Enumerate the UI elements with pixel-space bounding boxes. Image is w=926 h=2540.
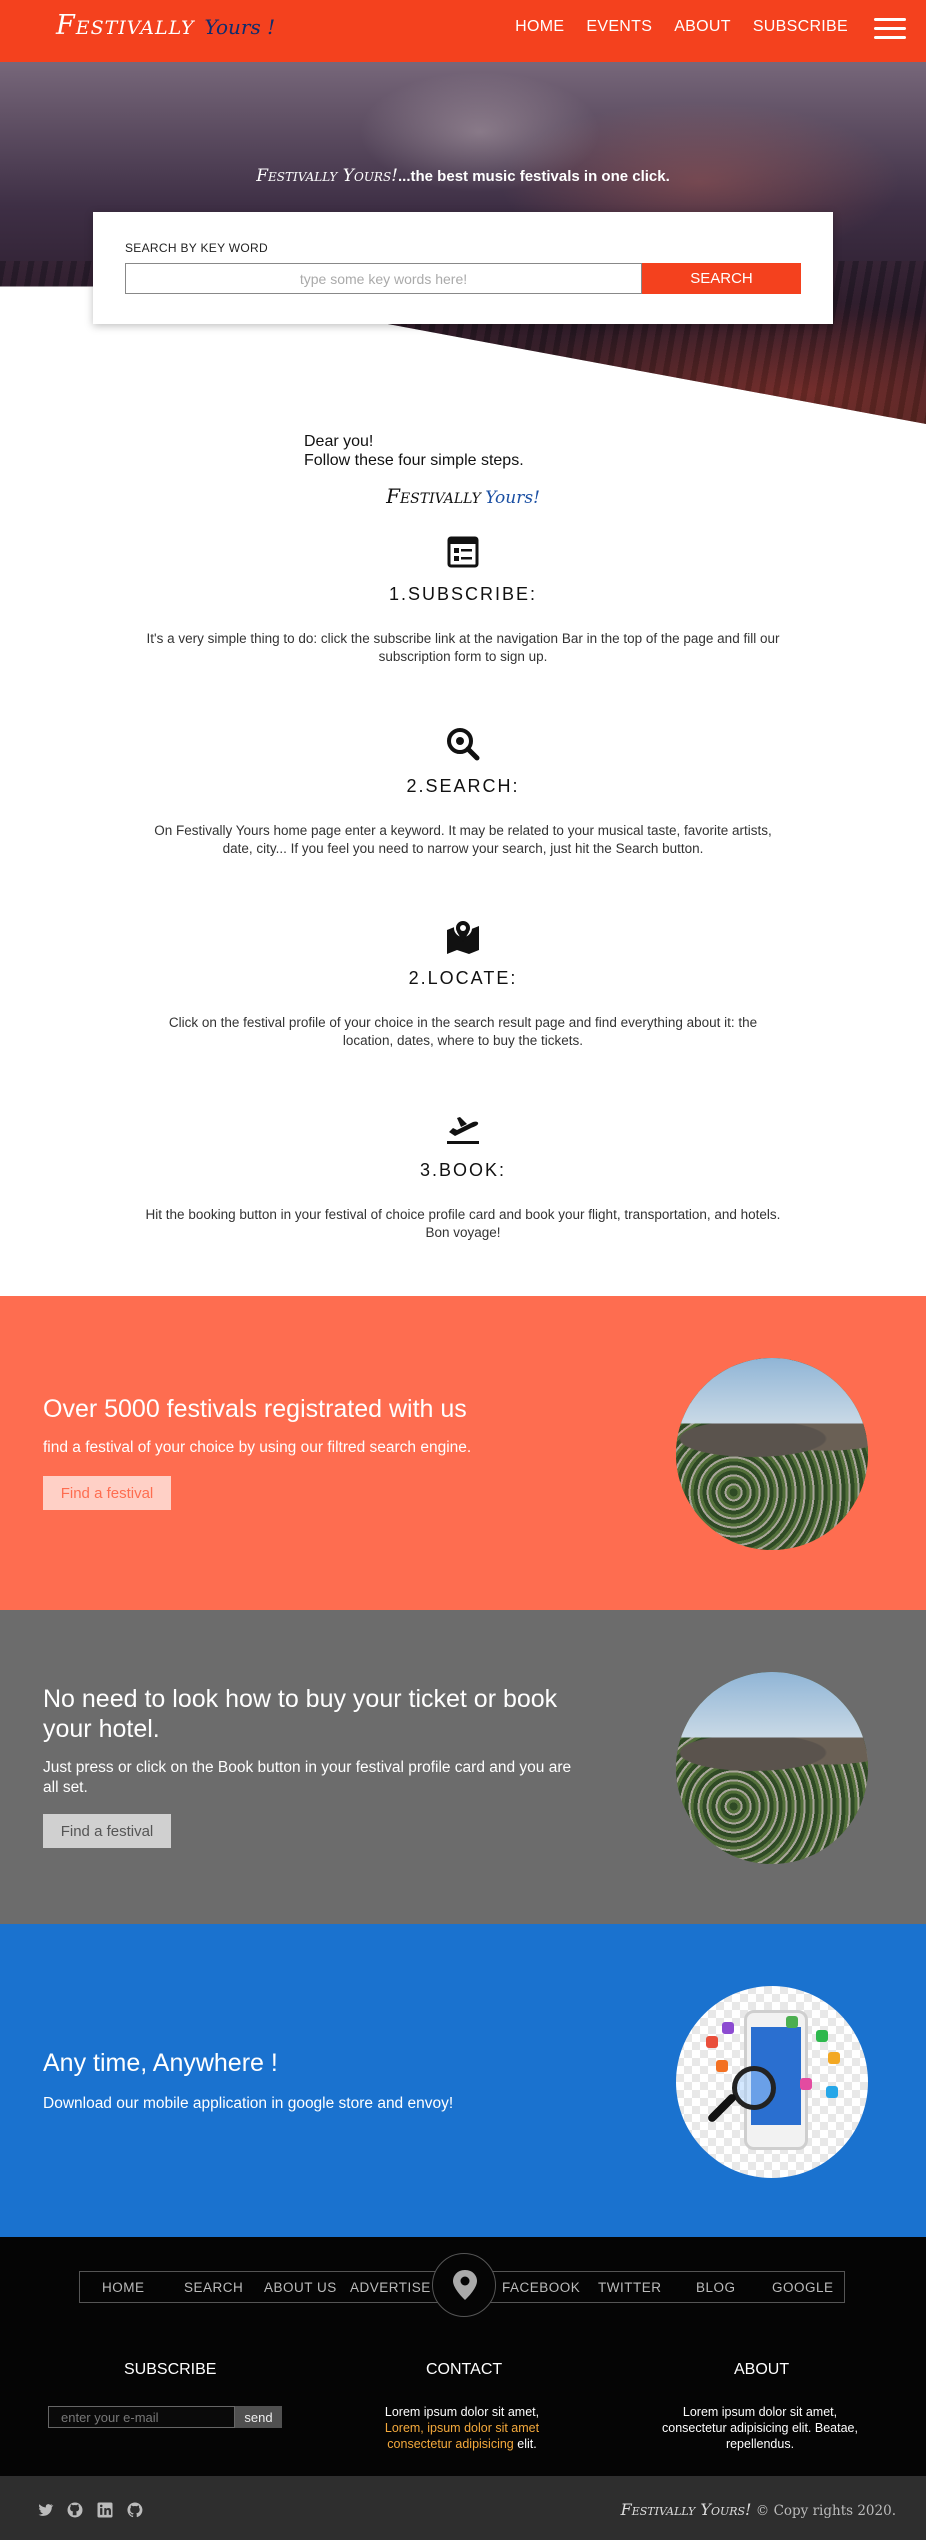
festivals-band-text: find a festival of your choice by using … xyxy=(43,1439,472,1456)
location-pin-icon xyxy=(432,2253,496,2317)
festival-aerial-photo xyxy=(676,1358,868,1550)
footer-blog-link[interactable]: BLOG xyxy=(696,2280,736,2295)
intro-brand-signature: Festivally Yours! xyxy=(0,484,926,508)
festival-aerial-photo xyxy=(676,1672,868,1864)
intro-greeting: Dear you! xyxy=(304,433,374,450)
footer-contact-title: CONTACT xyxy=(426,2361,503,2378)
send-button[interactable]: send xyxy=(235,2406,282,2428)
github-circle-icon[interactable] xyxy=(66,2501,84,2519)
contact-line-end: elit. xyxy=(517,2437,537,2451)
festivals-band-title: Over 5000 festivals registrated with us xyxy=(43,1395,467,1423)
footer-google-link[interactable]: GOOGLE xyxy=(772,2280,834,2295)
site-footer: HOME SEARCH ABOUT US ADVERTISE FACEBOOK … xyxy=(0,2237,926,2540)
step-text: It's a very simple thing to do: click th… xyxy=(146,631,780,664)
email-input[interactable] xyxy=(48,2406,235,2428)
brand-main: Festivally xyxy=(56,10,195,41)
mobile-band-text: Download our mobile application in googl… xyxy=(43,2095,454,2112)
footer-subscribe-title: SUBSCRIBE xyxy=(124,2361,217,2378)
nav-events-link[interactable]: EVENTS xyxy=(586,18,652,36)
footer-about-title: ABOUT xyxy=(734,2361,790,2378)
intro-brand-main: Festivally xyxy=(386,484,481,508)
footer-advertise-link[interactable]: ADVERTISE xyxy=(350,2280,431,2295)
tickets-band-title: No need to look how to buy your ticket o… xyxy=(43,1685,558,1743)
map-pin-icon xyxy=(447,919,479,954)
intro-instruction: Follow these four simple steps. xyxy=(304,452,524,469)
search-button[interactable]: SEARCH xyxy=(642,263,801,294)
brand-sub: Yours ! xyxy=(204,15,276,39)
nav-links: HOME EVENTS ABOUT SUBSCRIBE xyxy=(515,18,848,36)
mobile-band-title: Any time, Anywhere ! xyxy=(43,2049,278,2077)
hero-tagline-text: ...the best music festivals in one click… xyxy=(398,168,670,185)
intro-brand-sub: Yours! xyxy=(485,488,540,508)
step-search: 2.SEARCH: On Festivally Yours home page … xyxy=(0,726,926,858)
linkedin-icon[interactable] xyxy=(96,2501,114,2519)
step-book: 3.BOOK: Hit the booking button in your f… xyxy=(0,1110,926,1242)
search-card: SEARCH BY KEY WORD SEARCH xyxy=(93,212,833,324)
copyright-text: © Copy rights 2020. xyxy=(755,2503,896,2519)
search-label: SEARCH BY KEY WORD xyxy=(125,241,268,255)
nav-subscribe-link[interactable]: SUBSCRIBE xyxy=(753,18,848,36)
step-text: Hit the booking button in your festival … xyxy=(145,1207,781,1240)
nav-about-link[interactable]: ABOUT xyxy=(674,18,731,36)
mobile-app-illustration xyxy=(676,1986,868,2178)
newspaper-icon xyxy=(447,536,479,568)
footer-facebook-link[interactable]: FACEBOOK xyxy=(502,2280,580,2295)
footer-contact-text: Lorem ipsum dolor sit amet, Lorem, ipsum… xyxy=(362,2404,562,2452)
contact-line-highlight: consectetur adipisicing xyxy=(387,2437,514,2451)
step-title: 3.BOOK: xyxy=(419,1160,507,1180)
page: Festivally Yours ! HOME EVENTS ABOUT SUB… xyxy=(0,0,926,2540)
step-title: 1.SUBSCRIBE: xyxy=(388,584,538,604)
step-title: 2.LOCATE: xyxy=(408,968,518,988)
hero-tagline: Festivally Yours!...the best music festi… xyxy=(0,166,926,186)
hero-tagline-brand: Festivally Yours! xyxy=(256,166,399,186)
search-magnifier-icon xyxy=(447,728,480,761)
step-title: 2.SEARCH: xyxy=(406,776,520,796)
footer-about-link[interactable]: ABOUT US xyxy=(264,2280,337,2295)
contact-line-highlight: Lorem, ipsum dolor sit amet xyxy=(384,2421,540,2435)
footer-about-text: Lorem ipsum dolor sit amet, consectetur … xyxy=(662,2405,858,2451)
footer-twitter-link[interactable]: TWITTER xyxy=(598,2280,662,2295)
tickets-band: No need to look how to buy your ticket o… xyxy=(0,1610,926,1924)
find-festival-button[interactable]: Find a festival xyxy=(43,1814,171,1848)
contact-line: Lorem ipsum dolor sit amet, xyxy=(384,2405,540,2419)
github-icon[interactable] xyxy=(126,2501,144,2519)
tickets-band-text: Just press or click on the Book button i… xyxy=(43,1759,572,1796)
step-locate: 2.LOCATE: Click on the festival profile … xyxy=(0,918,926,1050)
festivals-band: Over 5000 festivals registrated with us … xyxy=(0,1296,926,1610)
find-festival-button[interactable]: Find a festival xyxy=(43,1476,171,1510)
step-text: Click on the festival profile of your ch… xyxy=(168,1015,758,1048)
brand-logo[interactable]: Festivally Yours ! xyxy=(56,10,275,50)
footer-search-link[interactable]: SEARCH xyxy=(184,2280,243,2295)
footer-home-link[interactable]: HOME xyxy=(102,2280,145,2295)
nav-home-link[interactable]: HOME xyxy=(515,18,564,36)
hamburger-menu-icon[interactable] xyxy=(874,18,906,40)
steps-intro: Dear you! Follow these four simple steps… xyxy=(304,432,524,470)
airplane-takeoff-icon xyxy=(447,1117,479,1144)
twitter-icon[interactable] xyxy=(36,2501,54,2519)
copyright: Festivally Yours! © Copy rights 2020. xyxy=(621,2500,896,2519)
top-navbar: Festivally Yours ! HOME EVENTS ABOUT SUB… xyxy=(0,0,926,62)
step-subscribe: 1.SUBSCRIBE: It's a very simple thing to… xyxy=(0,534,926,666)
footer-bottom-bar: Festivally Yours! © Copy rights 2020. xyxy=(0,2476,926,2540)
mobile-app-band: Any time, Anywhere ! Download our mobile… xyxy=(0,1924,926,2237)
search-input[interactable] xyxy=(125,263,642,294)
copyright-brand: Festivally Yours! xyxy=(620,2500,752,2519)
step-text: On Festivally Yours home page enter a ke… xyxy=(154,823,772,856)
